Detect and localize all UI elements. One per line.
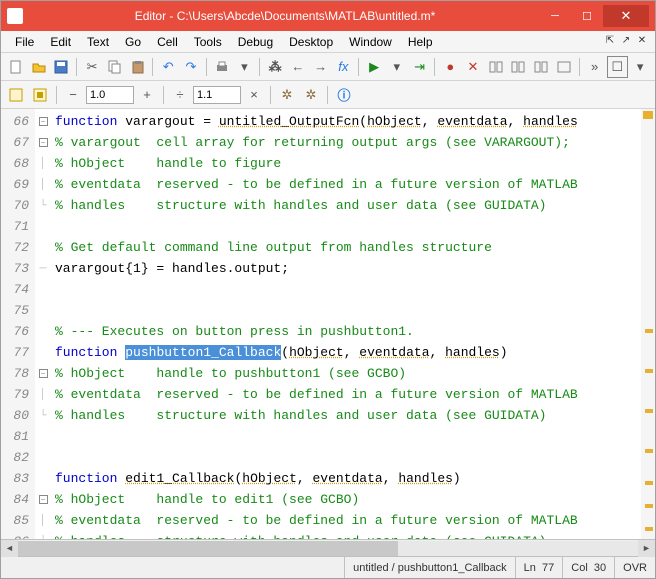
increment-icon[interactable]: + xyxy=(136,84,158,106)
maximize-button[interactable]: ☐ xyxy=(571,5,603,27)
menu-file[interactable]: File xyxy=(7,33,42,51)
app-icon xyxy=(7,8,23,24)
print-dropdown-icon[interactable]: ▾ xyxy=(234,56,256,78)
menu-help[interactable]: Help xyxy=(400,33,441,51)
menu-desktop[interactable]: Desktop xyxy=(281,33,341,51)
cut-icon[interactable]: ✂ xyxy=(81,56,103,78)
open-icon[interactable] xyxy=(28,56,50,78)
status-line: Ln 77 xyxy=(515,557,563,578)
close-doc-button[interactable]: ✕ xyxy=(635,35,649,49)
publish-icon[interactable]: ✲ xyxy=(276,84,298,106)
menu-window[interactable]: Window xyxy=(341,33,400,51)
menu-text[interactable]: Text xyxy=(79,33,117,51)
breakpoint-icon[interactable]: ● xyxy=(439,56,461,78)
code-indicator-bar[interactable] xyxy=(641,109,655,539)
stack-icon[interactable]: » xyxy=(584,56,606,78)
clear-bp-icon[interactable]: ✕ xyxy=(462,56,484,78)
toolbar-dropdown-icon[interactable]: ▾ xyxy=(629,56,651,78)
cell-eval-icon[interactable] xyxy=(29,84,51,106)
scroll-thumb[interactable] xyxy=(18,541,398,556)
statusbar: untitled / pushbutton1_Callback Ln 77 Co… xyxy=(1,556,655,578)
toolbar-end-icon[interactable]: ☐ xyxy=(607,56,629,78)
fold-column[interactable]: −−││└ ─ −│└ −│└ xyxy=(35,109,51,539)
status-ovr[interactable]: OVR xyxy=(614,557,655,578)
step-out-icon[interactable] xyxy=(530,56,552,78)
run-advance-icon[interactable]: ⇥ xyxy=(409,56,431,78)
status-col: Col 30 xyxy=(562,557,614,578)
new-icon[interactable] xyxy=(5,56,27,78)
dock-button[interactable]: ⇱ xyxy=(603,35,617,49)
main-toolbar: ✂ ↶ ↷ ▾ ⁂ ← → fx ▶ ▾ ⇥ ● ✕ » ☐ ▾ xyxy=(1,53,655,81)
fx-icon[interactable]: fx xyxy=(332,56,354,78)
info-icon[interactable]: ⓘ xyxy=(333,84,355,106)
find-icon[interactable]: ⁂ xyxy=(264,56,286,78)
menu-cell[interactable]: Cell xyxy=(149,33,186,51)
paste-icon[interactable] xyxy=(127,56,149,78)
code-content[interactable]: function varargout = untitled_OutputFcn(… xyxy=(51,109,655,539)
redo-icon[interactable]: ↷ xyxy=(180,56,202,78)
run-icon[interactable]: ▶ xyxy=(363,56,385,78)
cell-toolbar: − + ÷ × ✲ ✲ ⓘ xyxy=(1,81,655,109)
divide-icon[interactable]: ÷ xyxy=(169,84,191,106)
line-number-gutter: 6667686970717273747576777879808182838485… xyxy=(1,109,35,539)
scroll-left-arrow[interactable]: ◄ xyxy=(1,540,18,557)
undo-icon[interactable]: ↶ xyxy=(157,56,179,78)
multiply-icon[interactable]: × xyxy=(243,84,265,106)
status-file: untitled / pushbutton1_Callback xyxy=(344,557,515,578)
print-icon[interactable] xyxy=(211,56,233,78)
undock-button[interactable]: ↗ xyxy=(619,35,633,49)
horizontal-scrollbar[interactable]: ◄ ► xyxy=(1,539,655,556)
decrement-icon[interactable]: − xyxy=(62,84,84,106)
menubar: File Edit Text Go Cell Tools Debug Deskt… xyxy=(1,31,655,53)
menu-debug[interactable]: Debug xyxy=(230,33,281,51)
scroll-right-arrow[interactable]: ► xyxy=(638,540,655,557)
step-in-icon[interactable] xyxy=(508,56,530,78)
cell-mode-icon[interactable] xyxy=(5,84,27,106)
minimize-button[interactable]: ─ xyxy=(539,5,571,27)
multiply-value-input[interactable] xyxy=(193,86,241,104)
nav-fwd-icon[interactable]: → xyxy=(310,56,332,78)
publish-settings-icon[interactable]: ✲ xyxy=(300,84,322,106)
nav-back-icon[interactable]: ← xyxy=(287,56,309,78)
menu-go[interactable]: Go xyxy=(117,33,149,51)
continue-icon[interactable] xyxy=(553,56,575,78)
window-title: Editor - C:\Users\Abcde\Documents\MATLAB… xyxy=(31,9,539,23)
editor-area[interactable]: 6667686970717273747576777879808182838485… xyxy=(1,109,655,539)
titlebar: Editor - C:\Users\Abcde\Documents\MATLAB… xyxy=(1,1,655,31)
save-icon[interactable] xyxy=(50,56,72,78)
increment-value-input[interactable] xyxy=(86,86,134,104)
copy-icon[interactable] xyxy=(104,56,126,78)
step-icon[interactable] xyxy=(485,56,507,78)
close-button[interactable]: ✕ xyxy=(603,5,649,27)
menu-edit[interactable]: Edit xyxy=(42,33,79,51)
menu-tools[interactable]: Tools xyxy=(186,33,230,51)
run-dropdown-icon[interactable]: ▾ xyxy=(386,56,408,78)
